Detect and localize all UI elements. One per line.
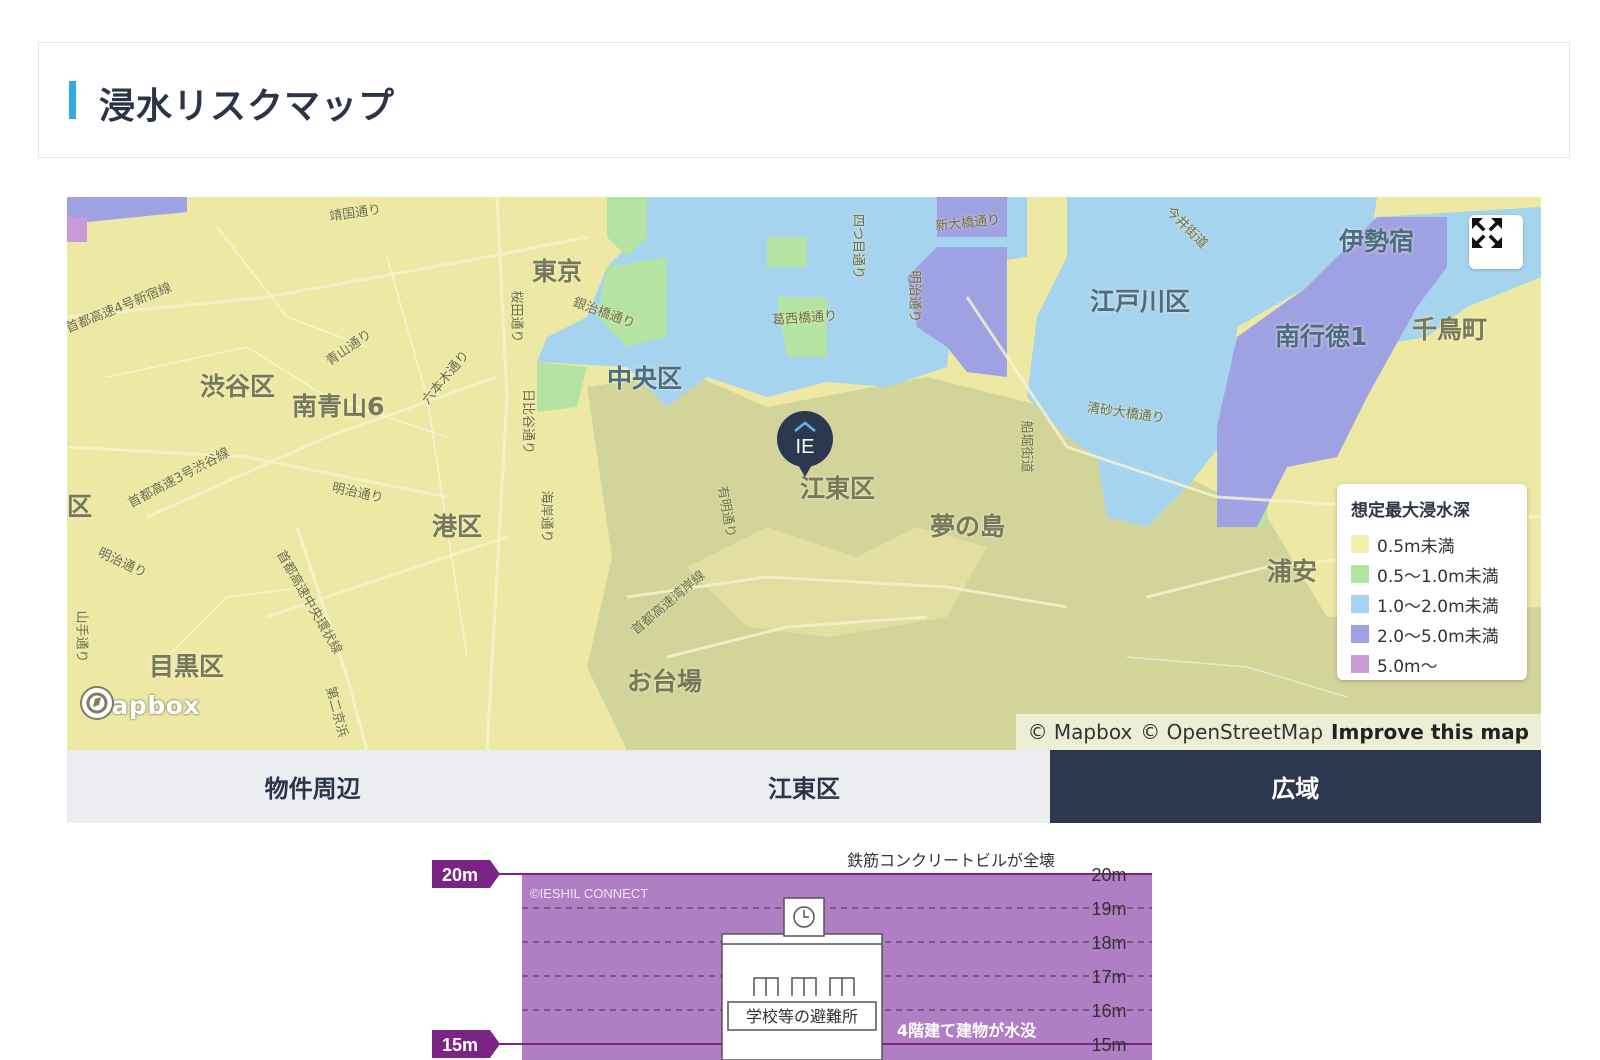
- legend-title: 想定最大浸水深: [1351, 501, 1470, 521]
- scale-label: 20m: [1091, 865, 1126, 885]
- label-odaiba: お台場: [627, 667, 703, 696]
- legend-swatch: [1351, 565, 1369, 583]
- legend-label: 2.0〜5.0m未満: [1377, 626, 1499, 647]
- legend-label: 0.5m未満: [1377, 536, 1455, 557]
- label-minato: 港区: [432, 512, 483, 541]
- header-accent-bar: [69, 81, 76, 119]
- road-label: 山手通り: [73, 610, 89, 663]
- road-label: 四つ目通り: [850, 213, 866, 280]
- building-label: 学校等の避難所: [746, 1007, 858, 1026]
- map-attribution: © Mapbox © OpenStreetMap Improve this ma…: [1015, 714, 1541, 750]
- scale-label: 15m: [1091, 1035, 1126, 1055]
- scale-label: 17m: [1091, 967, 1126, 987]
- caption-top: 鉄筋コンクリートビルが全壊: [847, 851, 1055, 870]
- label-meguro: 目黒区: [149, 652, 225, 681]
- road-label: 明治通り: [906, 270, 922, 323]
- marker-bottom-label: 15m: [442, 1035, 478, 1055]
- label-chidori: 千鳥町: [1412, 315, 1488, 344]
- scale-label: 18m: [1091, 933, 1126, 953]
- attribution-mapbox-link[interactable]: © Mapbox: [1028, 720, 1133, 744]
- label-chuo: 中央区: [607, 364, 683, 393]
- attribution-osm-link[interactable]: © OpenStreetMap: [1140, 720, 1323, 744]
- scale-label: 19m: [1091, 899, 1126, 919]
- legend-swatch: [1351, 625, 1369, 643]
- label-shibuya: 渋谷区: [200, 372, 276, 401]
- label-ku: 区: [67, 492, 93, 521]
- page-title: 浸水リスクマップ: [99, 86, 396, 127]
- flood-depth-diagram: 20m 15m 鉄筋コンクリートビルが全壊 ©IESHIL CONNECT 20…: [432, 846, 1172, 1060]
- legend-label: 0.5〜1.0m未満: [1377, 566, 1499, 587]
- mapbox-logo[interactable]: mapbox: [79, 685, 200, 725]
- label-isejuku: 伊勢宿: [1339, 227, 1415, 256]
- legend-item: 0.5m未満: [1351, 529, 1513, 559]
- legend-item: 0.5〜1.0m未満: [1351, 559, 1513, 589]
- road-label: 日比谷通り: [520, 388, 536, 455]
- caption-bottom: 4階建て建物が水没: [897, 1021, 1037, 1040]
- section-header: 浸水リスクマップ: [38, 42, 1570, 158]
- label-tokyo: 東京: [532, 257, 583, 286]
- improve-map-link[interactable]: Improve this map: [1331, 720, 1529, 744]
- label-edogawa: 江戸川区: [1090, 287, 1191, 316]
- svg-text:IE: IE: [796, 436, 815, 458]
- map-scope-tabs: 物件周辺 江東区 広域: [67, 750, 1541, 823]
- tab-wide-area[interactable]: 広域: [1049, 750, 1541, 823]
- road-label: 船堀街道: [1018, 420, 1034, 473]
- label-minamiaoyama: 南青山6: [292, 392, 385, 421]
- flood-risk-map[interactable]: 東京 渋谷区 南青山6 中央区 江東区 港区 夢の島 目黒区 お台場 江戸川区 …: [67, 197, 1541, 750]
- legend-label: 1.0〜2.0m未満: [1377, 596, 1499, 617]
- marker-top-label: 20m: [442, 865, 478, 885]
- label-minamigyotoku: 南行徳1: [1275, 322, 1368, 351]
- road-label: 海岸通り: [538, 490, 554, 543]
- legend-swatch: [1351, 535, 1369, 553]
- legend-item: 1.0〜2.0m未満: [1351, 589, 1513, 619]
- expand-arrows-icon[interactable]: [1469, 215, 1523, 269]
- property-pin-icon[interactable]: IE: [775, 411, 835, 487]
- label-yumenoshima: 夢の島: [930, 512, 1006, 541]
- copyright: ©IESHIL CONNECT: [530, 886, 648, 901]
- mapbox-icon: [80, 686, 114, 720]
- legend-label: 5.0m〜: [1377, 656, 1438, 677]
- scale-label: 16m: [1091, 1001, 1126, 1021]
- label-urayasu: 浦安: [1267, 557, 1318, 586]
- legend-swatch: [1351, 595, 1369, 613]
- tab-property-area[interactable]: 物件周辺: [67, 750, 559, 823]
- road-label: 桜田通り: [508, 290, 524, 343]
- tab-koto-ward[interactable]: 江東区: [558, 750, 1050, 823]
- legend-item: 2.0〜5.0m未満: [1351, 619, 1513, 649]
- legend-item: 5.0m〜: [1351, 649, 1513, 679]
- map-legend: 想定最大浸水深 0.5m未満 0.5〜1.0m未満 1.0〜2.0m未満 2.0…: [1337, 484, 1527, 680]
- legend-swatch: [1351, 655, 1369, 673]
